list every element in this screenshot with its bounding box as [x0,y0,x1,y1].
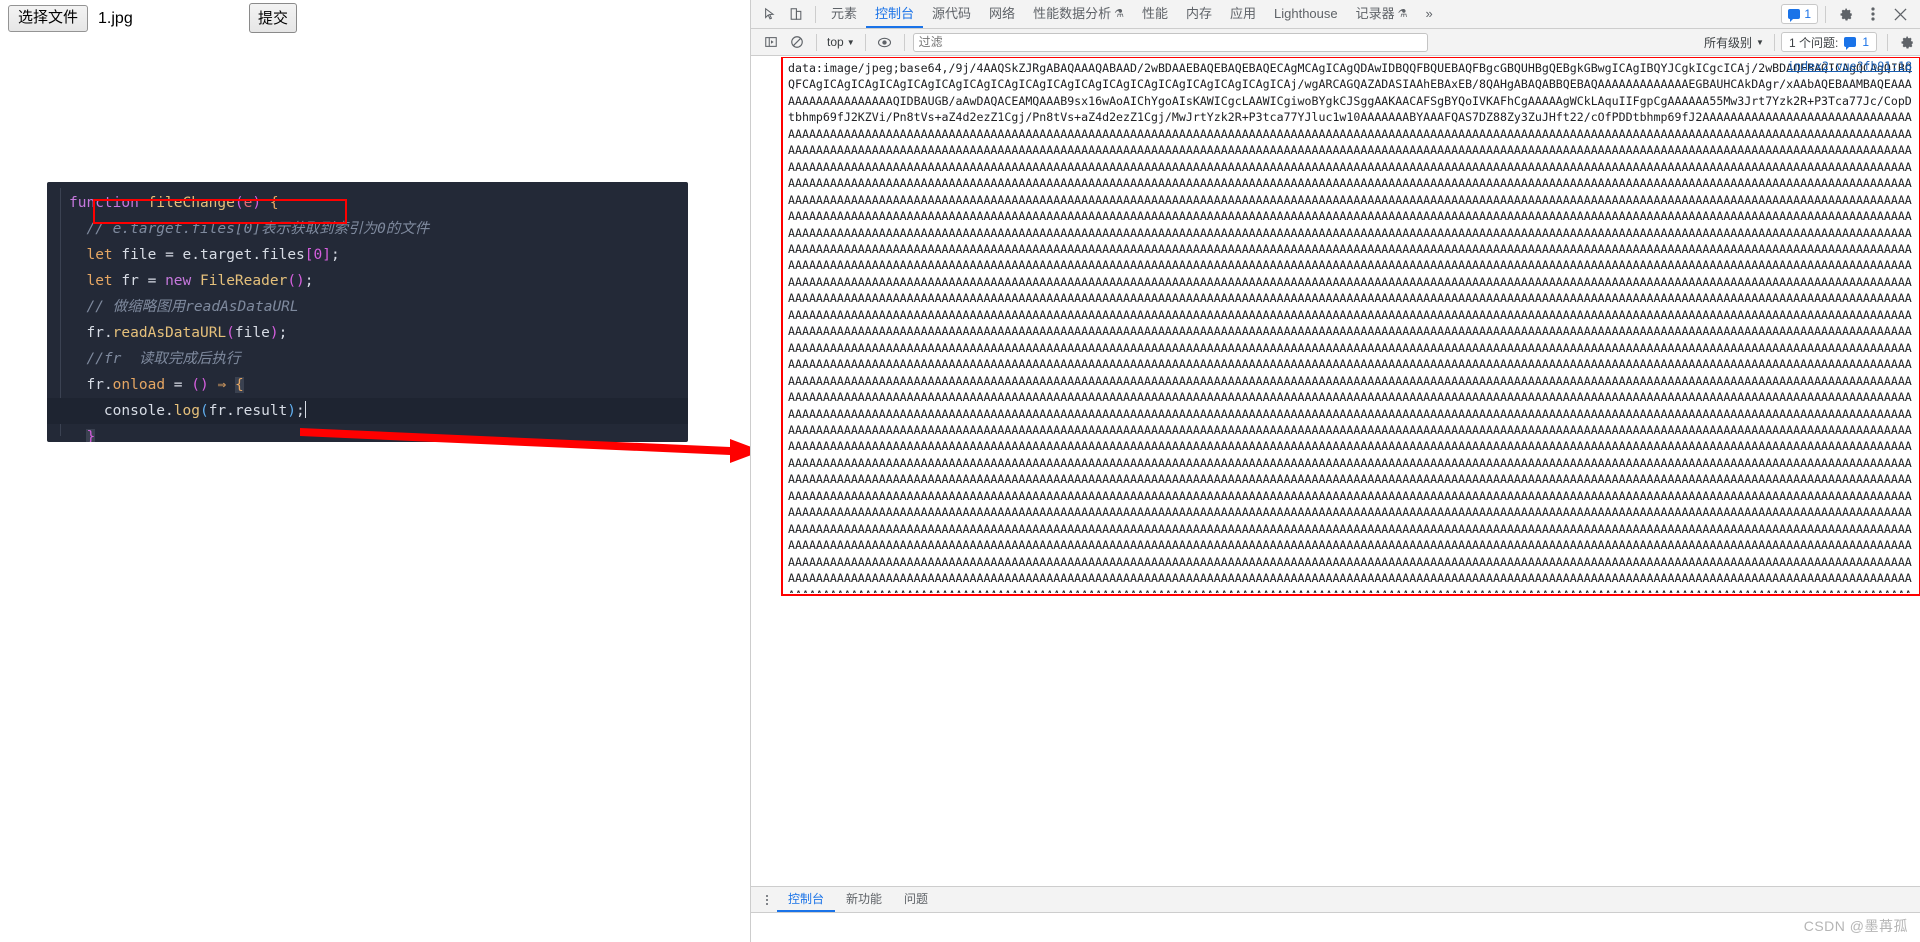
tab-label: 性能 [1141,6,1168,21]
tab-label: 控制台 [875,6,915,21]
code-line-8: fr.onload = () ⇒ { [86,377,244,393]
chevron-down-icon: ▼ [1756,37,1764,47]
tab-overflow-button[interactable]: » [1417,0,1442,28]
chat-bubble-icon [1788,9,1801,22]
settings-gear-icon[interactable] [1833,2,1859,26]
file-upload-form: 选择文件 1.jpg [8,5,133,32]
console-filter-bar: top ▼ 所有级别 ▼ 1 个问题: 1 [751,29,1920,56]
more-options-kebab-icon[interactable] [1860,2,1886,26]
issues-label: 1 个问题: [1788,35,1839,50]
live-expression-eye-icon[interactable] [872,30,898,54]
tab-console[interactable]: 控制台 [866,0,923,28]
close-devtools-icon[interactable] [1887,2,1913,26]
code-snippet-image: function fileChange(e) { // e.target.fil… [47,182,688,442]
chat-bubble-icon [1844,37,1857,50]
console-output-area: data:image/jpeg;base64,/9j/4AAQSkZJRgABA… [751,57,1920,886]
tab-label: Lighthouse [1274,6,1338,21]
toolbar-divider [815,5,816,23]
tab-label: 源代码 [932,6,972,21]
console-sidebar-toggle-icon[interactable] [758,30,784,54]
tab-elements[interactable]: 元素 [822,0,866,28]
tab-label: 性能数据分析 [1033,6,1112,21]
message-count-badge[interactable]: 1 [1781,4,1818,24]
message-count: 1 [1804,7,1811,21]
tab-memory[interactable]: 内存 [1177,0,1221,28]
choose-file-button[interactable]: 选择文件 [8,5,89,32]
console-log-entry: data:image/jpeg;base64,/9j/4AAQSkZJRgABA… [766,57,1920,596]
code-line-7: //fr 读取完成后执行 [86,351,241,367]
code-line-9: console.log(fr.result); [47,398,688,424]
drawer-tab-whats-new[interactable]: 新功能 [835,887,893,912]
drawer-tab-issues[interactable]: 问题 [893,887,939,912]
tab-label: 网络 [989,6,1016,21]
base64-data-url-text[interactable]: data:image/jpeg;base64,/9j/4AAQSkZJRgABA… [788,60,1918,593]
tab-recorder[interactable]: 记录器 ⚗ [1347,0,1417,28]
devtools-toolbar-right: 1 [1781,2,1920,26]
tab-sources[interactable]: 源代码 [923,0,980,28]
drawer-tab-console[interactable]: 控制台 [777,887,835,912]
devtools-drawer: 控制台 新功能 问题 [751,886,1920,942]
code-line-1: function fileChange(e) { [69,195,279,211]
flask-icon: ⚗ [1114,8,1124,20]
issues-chip[interactable]: 1 个问题: 1 [1780,32,1877,52]
issues-count: 1 [1862,35,1869,49]
csdn-watermark: CSDN @墨苒孤 [1803,918,1908,934]
web-page-pane: 选择文件 1.jpg 提交 function fileChange(e) { /… [0,0,762,942]
tab-label: 应用 [1229,6,1256,21]
toolbar-divider [1773,33,1775,51]
console-settings-gear-icon[interactable] [1894,30,1920,54]
execution-context-select[interactable]: top ▼ [823,35,859,49]
code-line-6: fr.readAsDataURL(file); [86,325,288,341]
device-toolbar-icon[interactable] [783,2,809,26]
tab-performance-insights[interactable]: 性能数据分析 ⚗ [1024,0,1133,28]
code-line-3: let file = e.target.files[0]; [86,247,340,263]
log-level-label: 所有级别 [1704,35,1753,50]
console-filter-input[interactable] [912,32,1428,52]
tab-lighthouse[interactable]: Lighthouse [1265,0,1347,28]
inspect-element-icon[interactable] [757,2,783,26]
chevron-double-right-icon: » [1425,6,1433,21]
devtools-panel: 元素 控制台 源代码 网络 性能数据分析 ⚗ 性能 内存 应用 Lighthous… [750,0,1920,942]
tab-label: 内存 [1185,6,1212,21]
toolbar-divider [864,33,866,51]
selected-file-name: 1.jpg [98,9,133,27]
code-line-5: // 做缩略图用readAsDataURL [86,299,299,315]
submit-button[interactable]: 提交 [249,3,298,33]
code-line-10: } [47,424,688,442]
toolbar-divider [1825,5,1826,23]
flask-icon: ⚗ [1397,8,1408,20]
tab-label: 元素 [831,6,858,21]
context-label: top [827,35,844,49]
tab-application[interactable]: 应用 [1221,0,1265,28]
toolbar-divider [903,33,905,51]
code-line-2: // e.target.files[0]表示获取到索引为0的文件 [86,221,430,237]
tab-network[interactable]: 网络 [980,0,1024,28]
devtools-tabbar: 元素 控制台 源代码 网络 性能数据分析 ⚗ 性能 内存 应用 Lighthous… [751,0,1920,29]
log-level-select[interactable]: 所有级别 ▼ [1704,34,1768,51]
clear-console-icon[interactable] [784,30,810,54]
toolbar-divider [1887,33,1888,51]
drawer-tabbar: 控制台 新功能 问题 [751,887,1920,913]
source-location-link[interactable]: index2.vue?fb91:18 [1787,59,1912,73]
chevron-down-icon: ▼ [846,37,855,47]
drawer-more-options-icon[interactable] [757,894,777,905]
toolbar-divider [816,33,817,51]
tab-label: 记录器 [1355,6,1395,21]
tab-performance[interactable]: 性能 [1133,0,1177,28]
base64-string: data:image/jpeg;base64,/9j/4AAQSkZJRgABA… [788,61,1912,593]
code-line-4: let fr = new FileReader(); [86,273,314,289]
